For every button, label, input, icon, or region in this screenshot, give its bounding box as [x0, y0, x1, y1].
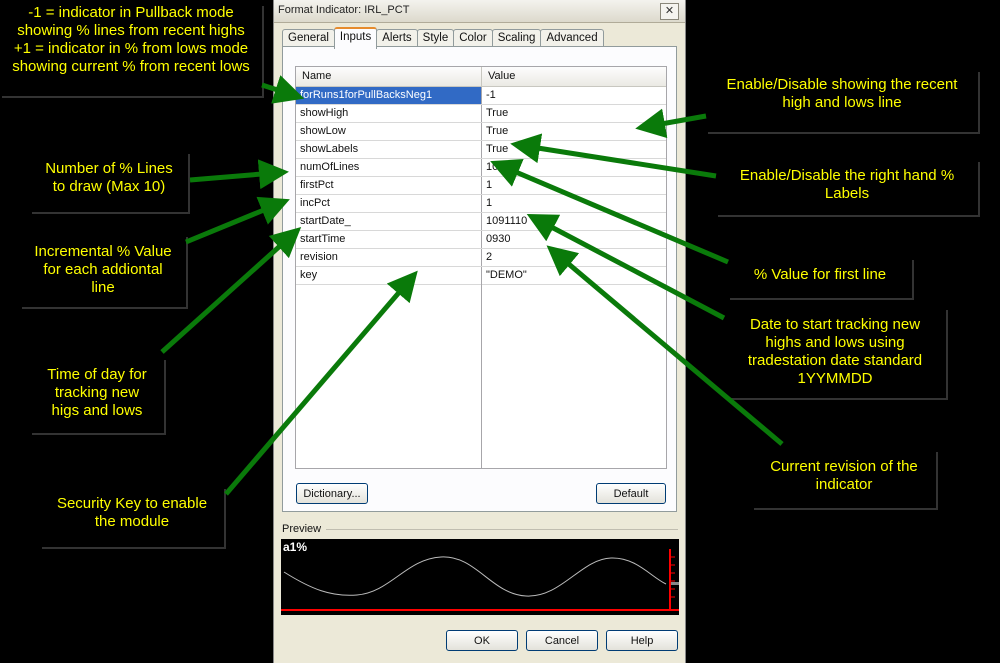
tab-strip: General Inputs Alerts Style Color Scalin… [282, 27, 604, 49]
input-name[interactable]: forRuns1forPullBacksNeg1 [296, 87, 482, 104]
callout-mode: -1 = indicator in Pullback mode showing … [0, 4, 262, 96]
tab-alerts[interactable]: Alerts [376, 29, 418, 47]
input-name[interactable]: showLabels [296, 141, 482, 158]
format-indicator-dialog: Format Indicator: IRL_PCT ✕ General Inpu… [273, 0, 686, 663]
input-value[interactable]: True [482, 105, 666, 122]
input-value[interactable]: 1091110 [482, 213, 666, 230]
callout-start-date: Date to start tracking new highs and low… [724, 308, 946, 398]
table-row[interactable]: showLow True [296, 123, 666, 141]
table-row[interactable]: firstPct 1 [296, 177, 666, 195]
tab-advanced[interactable]: Advanced [540, 29, 604, 47]
preview-sine-wave [281, 549, 679, 611]
input-name[interactable]: incPct [296, 195, 482, 212]
input-value[interactable]: True [482, 141, 666, 158]
column-header-name[interactable]: Name [296, 67, 482, 86]
input-value[interactable]: 1 [482, 195, 666, 212]
preview-label: Preview [282, 523, 322, 535]
callout-security-key: Security Key to enable the module [40, 487, 224, 547]
column-header-value[interactable]: Value [482, 67, 666, 86]
callout-inc-pct: Incremental % Value for each addiontal l… [20, 235, 186, 307]
inputs-panel: Name Value forRuns1forPullBacksNeg1 -1 sh… [282, 46, 677, 512]
callout-num-lines: Number of % Lines to draw (Max 10) [30, 152, 188, 212]
arrow-inc-pct [185, 196, 290, 245]
tab-color[interactable]: Color [453, 29, 493, 47]
preview-divider [326, 529, 678, 530]
dictionary-button[interactable]: Dictionary... [296, 483, 368, 504]
grid-header: Name Value [296, 67, 666, 87]
dialog-title: Format Indicator: IRL_PCT [278, 4, 410, 16]
ok-button[interactable]: OK [446, 630, 518, 651]
input-name[interactable]: startDate_ [296, 213, 482, 230]
input-name[interactable]: revision [296, 249, 482, 266]
callout-revision: Current revision of the indicator [752, 450, 936, 508]
input-name[interactable]: firstPct [296, 177, 482, 194]
tab-inputs[interactable]: Inputs [333, 27, 378, 49]
tab-scaling[interactable]: Scaling [491, 29, 542, 47]
column-divider [481, 273, 482, 468]
input-name[interactable]: showLow [296, 123, 482, 140]
table-row[interactable]: startDate_ 1091110 [296, 213, 666, 231]
input-value[interactable]: 1 [482, 177, 666, 194]
table-row[interactable]: revision 2 [296, 249, 666, 267]
input-value[interactable]: -1 [482, 87, 666, 104]
input-name[interactable]: numOfLines [296, 159, 482, 176]
callout-first-pct: % Value for first line [728, 258, 912, 298]
input-value[interactable]: 10 [482, 159, 666, 176]
table-row[interactable]: incPct 1 [296, 195, 666, 213]
input-value[interactable]: True [482, 123, 666, 140]
callout-labels: Enable/Disable the right hand % Labels [716, 160, 978, 215]
close-icon[interactable]: ✕ [660, 3, 679, 20]
help-button[interactable]: Help [606, 630, 678, 651]
input-name[interactable]: showHigh [296, 105, 482, 122]
table-row[interactable]: showHigh True [296, 105, 666, 123]
input-value[interactable]: 0930 [482, 231, 666, 248]
table-row[interactable]: numOfLines 10 [296, 159, 666, 177]
input-name[interactable]: key [296, 267, 482, 284]
cancel-button[interactable]: Cancel [526, 630, 598, 651]
input-name[interactable]: startTime [296, 231, 482, 248]
tab-style[interactable]: Style [416, 29, 455, 47]
callout-show-high-low: Enable/Disable showing the recent high a… [706, 70, 978, 132]
preview-chart: a1% [281, 539, 679, 615]
tab-general[interactable]: General [282, 29, 335, 47]
inputs-grid: Name Value forRuns1forPullBacksNeg1 -1 sh… [295, 66, 667, 469]
input-value[interactable]: 2 [482, 249, 666, 266]
title-bar[interactable]: Format Indicator: IRL_PCT ✕ [274, 0, 685, 23]
input-value[interactable]: "DEMO" [482, 267, 666, 284]
table-row[interactable]: showLabels True [296, 141, 666, 159]
arrow-num-lines [189, 159, 289, 190]
callout-time-of-day: Time of day for tracking new higs and lo… [30, 358, 164, 433]
default-button[interactable]: Default [596, 483, 666, 504]
table-row[interactable]: startTime 0930 [296, 231, 666, 249]
table-row[interactable]: forRuns1forPullBacksNeg1 -1 [296, 87, 666, 105]
